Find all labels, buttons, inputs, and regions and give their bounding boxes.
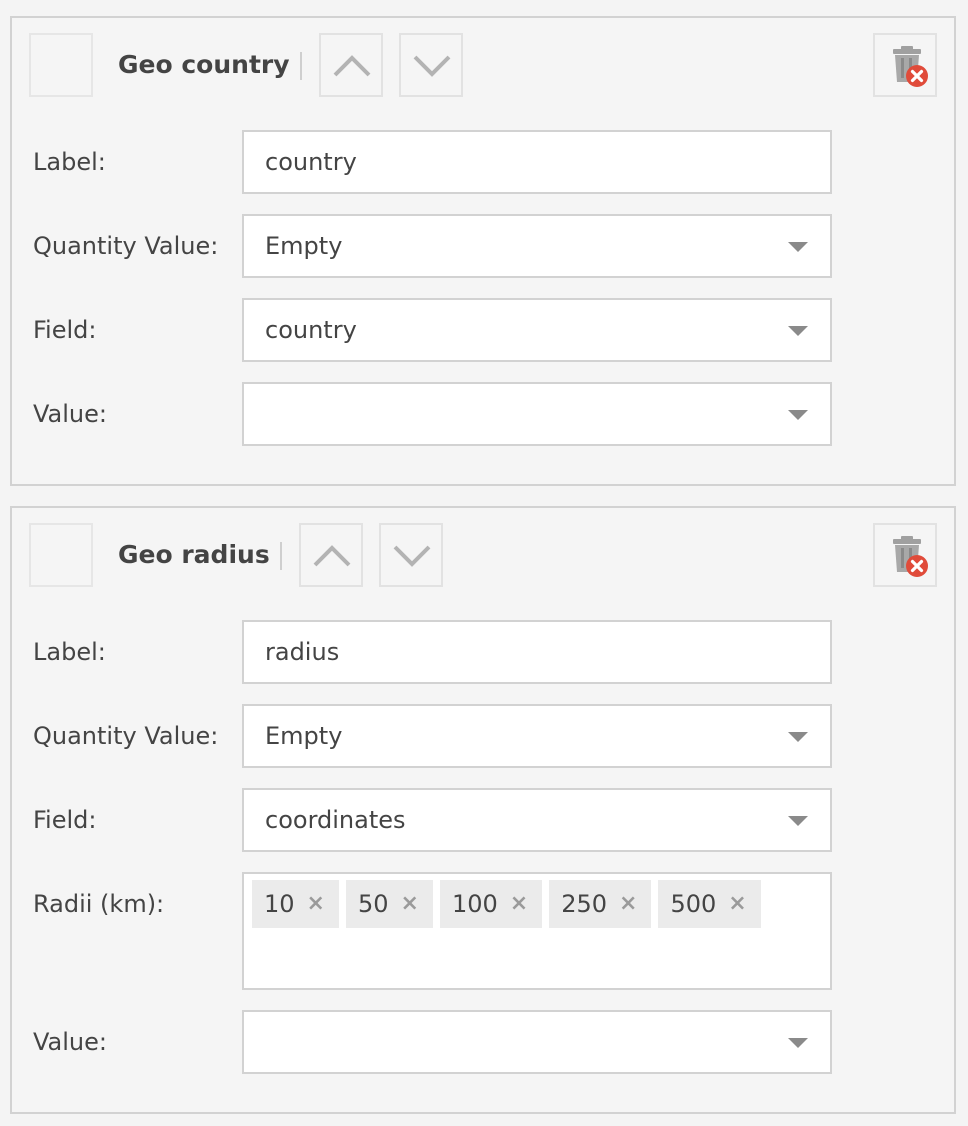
chevron-down-icon: [393, 545, 431, 567]
field-label: Label:: [33, 148, 106, 176]
chevron-down-icon: [413, 55, 451, 77]
header-divider: [300, 52, 302, 80]
radius-tag: 50 ×: [345, 880, 433, 928]
tag-label: 100: [451, 890, 498, 918]
remove-tag-icon[interactable]: ×: [307, 893, 325, 915]
label-input[interactable]: radius: [242, 620, 832, 684]
chevron-up-icon: [313, 545, 351, 567]
radius-tag: 250 ×: [549, 880, 652, 928]
trash-delete-icon: [893, 536, 928, 577]
geo-country-panel: Geo country Label: country Quantity Valu…: [10, 16, 956, 486]
drag-handle[interactable]: [29, 33, 93, 97]
select-value: Empty: [265, 722, 343, 750]
panel-header: Geo country: [12, 18, 954, 114]
radius-tag: 500 ×: [658, 880, 761, 928]
select-value: country: [265, 316, 357, 344]
panel-header: Geo radius: [12, 508, 954, 604]
tag-list: 10 × 50 × 100 × 250 × 500 ×: [252, 880, 761, 928]
quantity-value-select[interactable]: Empty: [242, 214, 832, 278]
caret-down-icon: [788, 732, 808, 742]
label-row: Label: country: [12, 130, 954, 194]
field-row: Field: country: [12, 298, 954, 362]
geo-radius-panel: Geo radius Label: radius Quantity Value:…: [10, 506, 956, 1114]
remove-tag-icon[interactable]: ×: [728, 893, 746, 915]
select-value: Empty: [265, 232, 343, 260]
radius-tag: 100 ×: [439, 880, 543, 928]
field-label: Radii (km):: [33, 890, 165, 918]
remove-tag-icon[interactable]: ×: [619, 893, 637, 915]
tag-label: 10: [264, 890, 295, 918]
quantity-value-select[interactable]: Empty: [242, 704, 832, 768]
quantity-value-row: Quantity Value: Empty: [12, 704, 954, 768]
radii-tags-input[interactable]: 10 × 50 × 100 × 250 × 500 ×: [242, 872, 832, 990]
header-divider: [280, 542, 282, 570]
input-value: radius: [265, 638, 340, 666]
move-up-button[interactable]: [299, 523, 363, 587]
value-select[interactable]: [242, 1010, 832, 1074]
caret-down-icon: [788, 410, 808, 420]
delete-button[interactable]: [873, 33, 937, 97]
radii-row: Radii (km): 10 × 50 × 100 × 250 × 500 ×: [12, 872, 954, 990]
chevron-up-icon: [333, 55, 371, 77]
radius-tag: 10 ×: [252, 880, 339, 928]
select-value: coordinates: [265, 806, 406, 834]
quantity-value-row: Quantity Value: Empty: [12, 214, 954, 278]
tag-label: 250: [561, 890, 608, 918]
value-select[interactable]: [242, 382, 832, 446]
value-row: Value:: [12, 1010, 954, 1074]
input-value: country: [265, 148, 357, 176]
delete-button[interactable]: [873, 523, 937, 587]
panel-title: Geo country: [118, 50, 290, 79]
remove-tag-icon[interactable]: ×: [401, 893, 419, 915]
field-row: Field: coordinates: [12, 788, 954, 852]
field-label: Field:: [33, 316, 97, 344]
move-up-button[interactable]: [319, 33, 383, 97]
field-label: Value:: [33, 400, 107, 428]
caret-down-icon: [788, 242, 808, 252]
field-label: Value:: [33, 1028, 107, 1056]
caret-down-icon: [788, 326, 808, 336]
remove-tag-icon[interactable]: ×: [510, 893, 528, 915]
label-input[interactable]: country: [242, 130, 832, 194]
field-label: Quantity Value:: [33, 232, 219, 260]
field-select[interactable]: country: [242, 298, 832, 362]
caret-down-icon: [788, 1038, 808, 1048]
drag-handle[interactable]: [29, 523, 93, 587]
field-label: Field:: [33, 806, 97, 834]
tag-label: 50: [357, 890, 389, 918]
label-row: Label: radius: [12, 620, 954, 684]
field-label: Quantity Value:: [33, 722, 219, 750]
field-label: Label:: [33, 638, 106, 666]
value-row: Value:: [12, 382, 954, 446]
move-down-button[interactable]: [399, 33, 463, 97]
caret-down-icon: [788, 816, 808, 826]
move-down-button[interactable]: [379, 523, 443, 587]
trash-delete-icon: [893, 46, 928, 87]
panel-title: Geo radius: [118, 540, 270, 569]
field-select[interactable]: coordinates: [242, 788, 832, 852]
tag-label: 500: [670, 890, 717, 918]
